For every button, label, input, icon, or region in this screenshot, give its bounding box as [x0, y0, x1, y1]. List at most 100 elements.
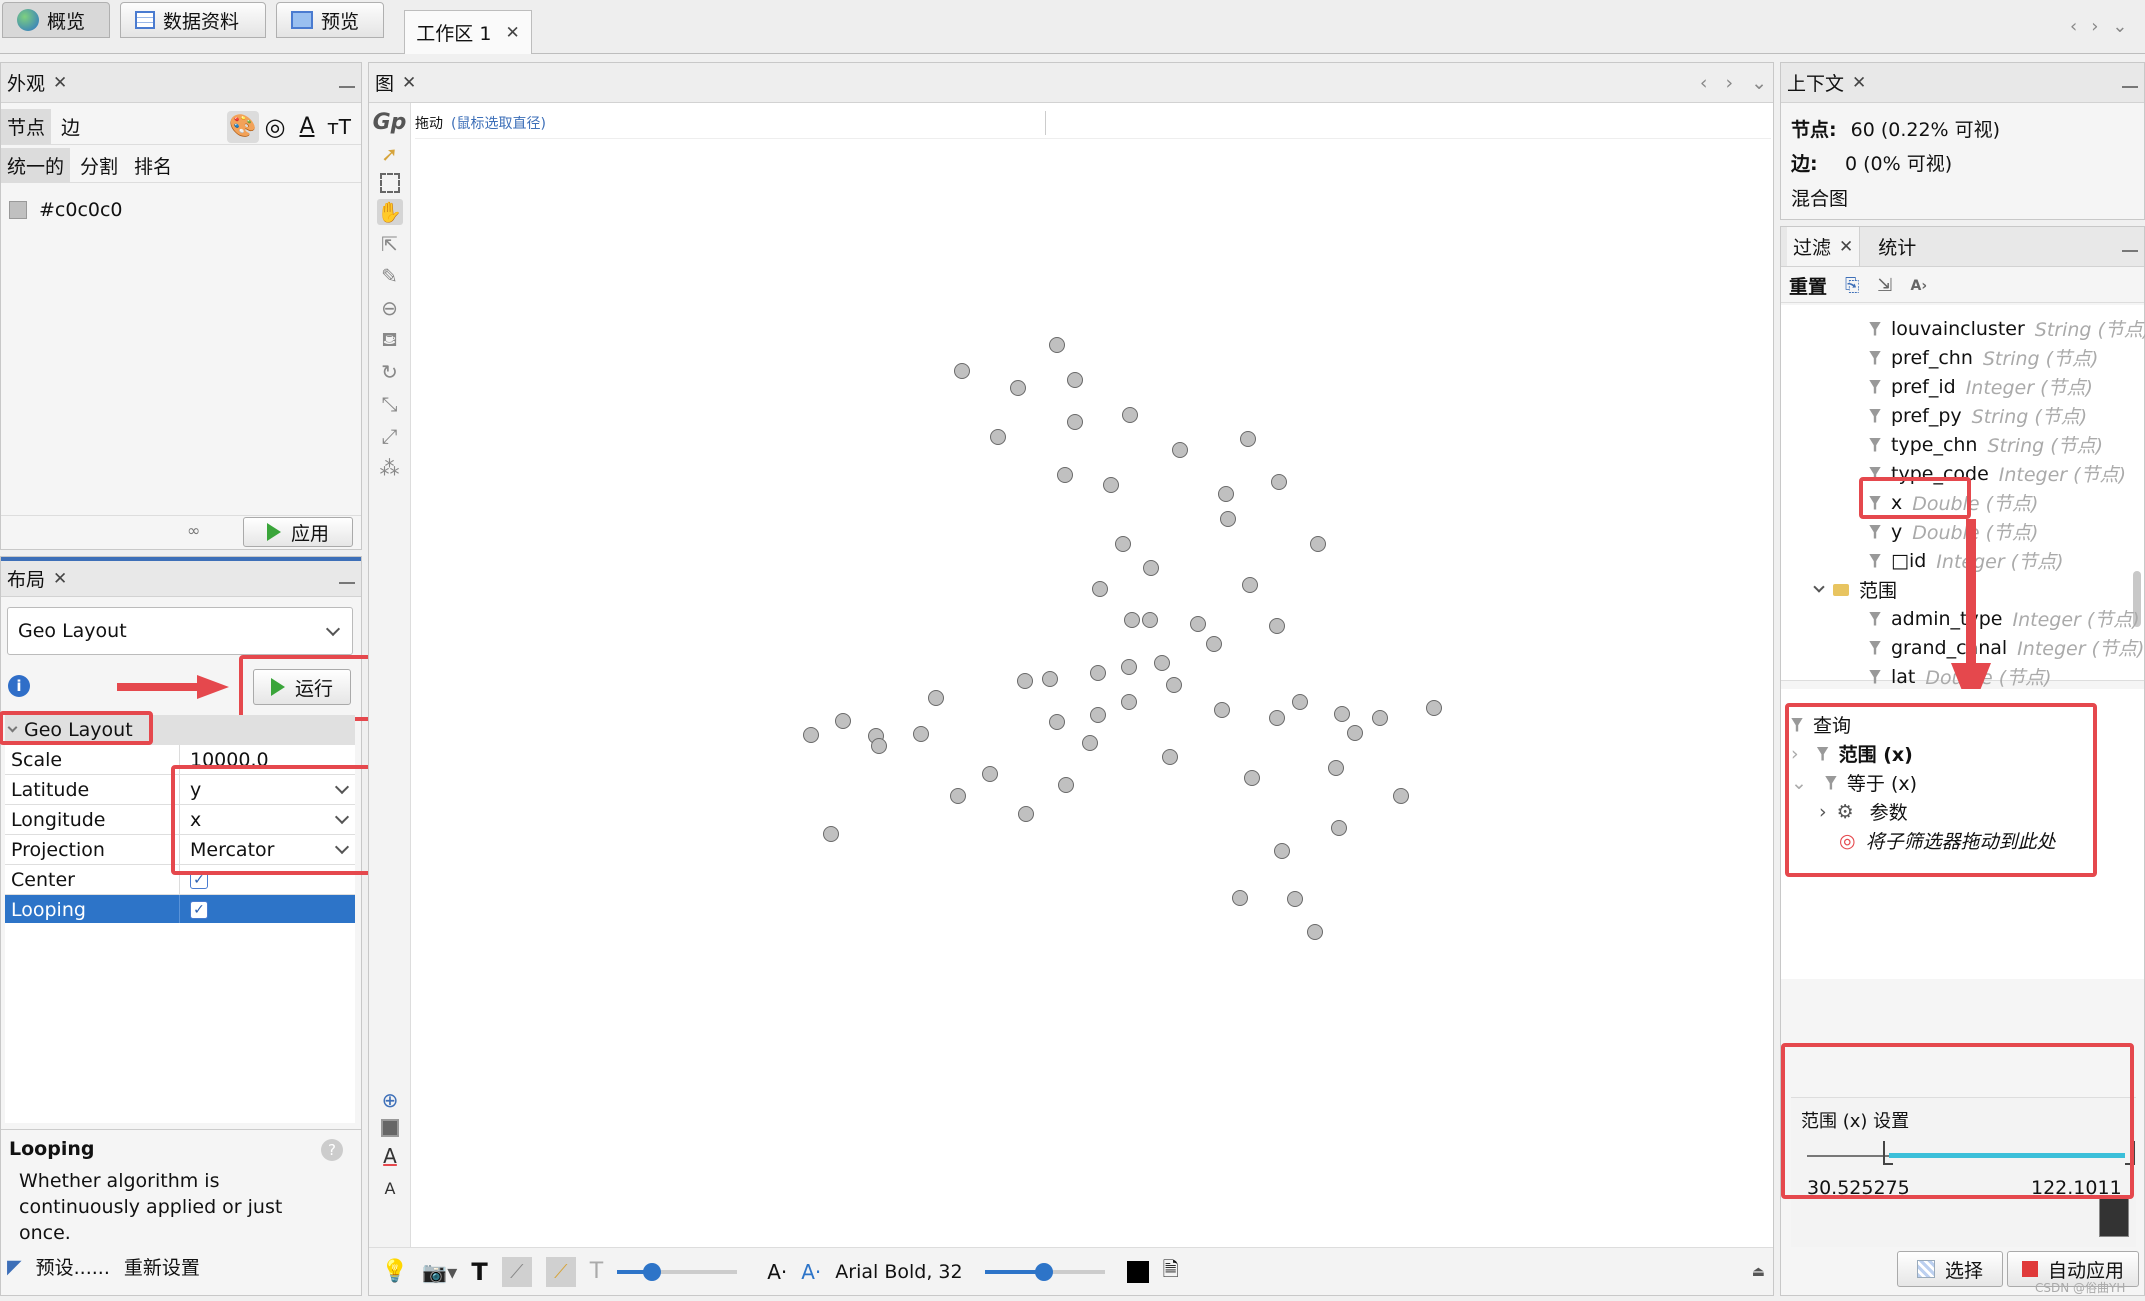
minimize-icon[interactable] — [339, 574, 355, 584]
graph-node[interactable] — [1334, 706, 1350, 722]
edge-label-icon[interactable]: T — [590, 1259, 603, 1284]
graph-node[interactable] — [1271, 474, 1287, 490]
looping-checkbox[interactable]: ✓ — [190, 900, 208, 919]
graph-node[interactable] — [1067, 414, 1083, 430]
graph-node[interactable] — [1115, 536, 1131, 552]
subtab-ranking[interactable]: 排名 — [128, 148, 178, 183]
select-button[interactable]: 选择 — [1897, 1251, 2003, 1287]
looping-value[interactable]: ✓ — [180, 895, 355, 924]
graph-node[interactable] — [1090, 707, 1106, 723]
workspace-tab[interactable]: 工作区 1 ✕ — [404, 10, 532, 54]
graph-node[interactable] — [1269, 618, 1285, 634]
chevron-down-icon[interactable]: ⌄ — [2112, 16, 2127, 37]
edit-pointer-icon[interactable]: ⇱ — [377, 231, 403, 257]
reset-link[interactable]: 重新设置 — [124, 1253, 200, 1280]
paint-bucket-icon[interactable]: ⛾ — [377, 327, 403, 353]
graph-canvas[interactable] — [413, 143, 1773, 1245]
minimize-icon[interactable] — [2122, 78, 2138, 88]
range-folder[interactable]: 范围 — [1813, 576, 1897, 603]
graph-node[interactable] — [1172, 442, 1188, 458]
graph-node[interactable] — [1017, 673, 1033, 689]
graph-node[interactable] — [1058, 777, 1074, 793]
close-icon[interactable]: ✕ — [53, 569, 67, 589]
graph-node[interactable] — [1049, 337, 1065, 353]
label-color-icon[interactable]: A — [291, 111, 323, 143]
graph-node[interactable] — [950, 788, 966, 804]
tab-filter[interactable]: 过滤 ✕ — [1787, 227, 1861, 266]
rectangle-select-icon[interactable] — [379, 173, 400, 193]
lightbulb-icon[interactable]: 💡 — [381, 1259, 408, 1284]
attribute-item[interactable]: pref_py String (节点) — [1869, 402, 2087, 429]
property-row[interactable]: Longitude x — [5, 805, 355, 835]
color-swatch[interactable] — [9, 201, 27, 219]
graph-node[interactable] — [1331, 820, 1347, 836]
slider-thumb[interactable] — [1034, 1262, 1053, 1281]
label-size-icon[interactable]: тT — [323, 111, 355, 143]
graph-node[interactable] — [835, 713, 851, 729]
color-row[interactable]: #c0c0c0 — [9, 199, 123, 221]
graph-node[interactable] — [1082, 735, 1098, 751]
rename-icon[interactable]: A› — [1911, 278, 1928, 294]
minimize-icon[interactable] — [2122, 242, 2138, 252]
graph-node[interactable] — [1287, 891, 1303, 907]
tab-preview[interactable]: 预览 — [276, 2, 384, 38]
shortest-path-icon[interactable]: ⊖ — [377, 295, 403, 321]
range-min-handle[interactable] — [1883, 1141, 1893, 1165]
graph-node[interactable] — [1143, 560, 1159, 576]
graph-node[interactable] — [1121, 659, 1137, 675]
graph-node[interactable] — [1206, 636, 1222, 652]
range-max-handle[interactable] — [2125, 1141, 2135, 1165]
subtab-unique[interactable]: 统一的 — [1, 148, 71, 183]
minimize-icon[interactable] — [339, 78, 355, 88]
graph-node[interactable] — [1218, 486, 1234, 502]
select-pointer-icon[interactable]: ➚ — [377, 141, 403, 167]
projection-select[interactable]: Mercator — [180, 835, 355, 864]
edge-scale-slider[interactable] — [617, 1262, 738, 1281]
slider-thumb[interactable] — [643, 1262, 662, 1281]
graph-node[interactable] — [1328, 760, 1344, 776]
settings-sheet-icon[interactable]: 🗎 — [1163, 1255, 1179, 1289]
graph-node[interactable] — [1190, 616, 1206, 632]
close-icon[interactable]: ✕ — [1852, 73, 1866, 93]
graph-node[interactable] — [1142, 612, 1158, 628]
range-slider[interactable] — [1807, 1141, 2137, 1167]
center-value[interactable]: ✓ — [180, 865, 355, 894]
property-row[interactable]: Latitude y — [5, 775, 355, 805]
graph-node[interactable] — [823, 826, 839, 842]
color-swatch[interactable] — [1126, 1260, 1149, 1283]
close-icon[interactable]: ✕ — [505, 23, 519, 43]
property-section[interactable]: Geo Layout — [5, 715, 355, 745]
attribute-item[interactable]: grand_canal Integer (节点) — [1869, 634, 2144, 661]
font-color-icon[interactable]: A· — [801, 1260, 821, 1284]
close-icon[interactable]: ✕ — [1839, 237, 1853, 257]
graph-node[interactable] — [928, 690, 944, 706]
graph-node[interactable] — [1162, 749, 1178, 765]
graph-node[interactable] — [1067, 372, 1083, 388]
graph-node[interactable] — [1122, 407, 1138, 423]
longitude-select[interactable]: x — [180, 805, 355, 834]
graph-node[interactable] — [1042, 671, 1058, 687]
tab-data-lab[interactable]: 数据资料 — [120, 2, 266, 38]
query-item[interactable]: › 范围 (x) — [1791, 740, 1913, 767]
attribute-item[interactable]: pref_chn String (节点) — [1869, 344, 2098, 371]
graph-node[interactable] — [871, 738, 887, 754]
drag-hand-icon[interactable]: ✋ — [376, 199, 403, 225]
rotate-icon[interactable]: ↻ — [377, 359, 403, 385]
chevron-left-icon[interactable]: ‹ — [1700, 72, 1708, 94]
zoom-fit-icon[interactable]: ⊕ — [377, 1087, 403, 1113]
property-value[interactable]: 10000.0 — [180, 745, 355, 774]
graph-node[interactable] — [1347, 725, 1363, 741]
attribute-item[interactable]: louvaincluster String (节点) — [1869, 315, 2145, 342]
edge-color-icon[interactable]: ⟋ — [545, 1256, 576, 1287]
tab-nodes[interactable]: 节点 — [1, 109, 52, 144]
export-icon[interactable]: ⎘ — [1845, 275, 1859, 296]
screenshot-icon[interactable]: 📷▾ — [422, 1260, 457, 1284]
graph-node[interactable] — [1121, 694, 1137, 710]
save-filter-icon[interactable]: ⇲ — [1877, 275, 1892, 296]
chevron-right-icon[interactable]: › — [2091, 16, 2098, 37]
graph-node[interactable] — [1269, 710, 1285, 726]
layout-algorithm-select[interactable]: Geo Layout — [7, 607, 353, 655]
property-row[interactable]: Scale 10000.0 — [5, 745, 355, 775]
graph-node[interactable] — [1049, 714, 1065, 730]
graph-node[interactable] — [1214, 702, 1230, 718]
